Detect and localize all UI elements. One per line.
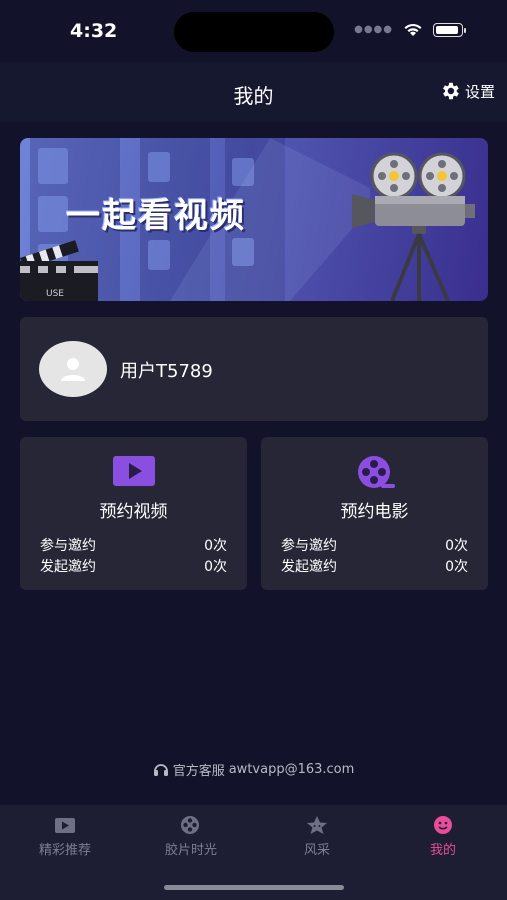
home-indicator [164, 885, 344, 890]
banner[interactable]: USE 一起看视频 [20, 138, 488, 301]
username: 用户T5789 [120, 361, 213, 382]
tab-style[interactable]: 风采 [254, 815, 380, 858]
stat-label: 发起邀约 [40, 559, 96, 575]
status-bar: 4:32 ●●●● [0, 0, 507, 62]
clapper-text: USE [46, 289, 64, 299]
feature-title: 预约视频 [99, 502, 168, 522]
service-email: awtvapp@163.com [228, 762, 355, 777]
star-icon [307, 816, 327, 834]
stat-row: 参与邀约 0次 [40, 535, 227, 555]
nav-bar: 我的 设置 [0, 62, 507, 122]
feature-card-movie[interactable]: 预约电影 参与邀约 0次 发起邀约 0次 [261, 437, 488, 590]
gear-icon [443, 82, 459, 100]
play-icon [112, 456, 155, 486]
customer-service[interactable]: 官方客服 awtvapp@163.com [0, 760, 507, 779]
stat-value: 0次 [204, 559, 227, 575]
banner-title: 一起看视频 [66, 196, 246, 236]
stat-row: 参与邀约 0次 [281, 535, 468, 555]
settings-button[interactable]: 设置 [439, 80, 495, 102]
service-label: 官方客服 [172, 764, 225, 779]
tab-label: 胶片时光 [164, 843, 217, 858]
stat-value: 0次 [204, 538, 227, 554]
stat-value: 0次 [445, 538, 468, 554]
user-icon [61, 358, 85, 381]
tab-film[interactable]: 胶片时光 [128, 815, 254, 858]
stat-row: 发起邀约 0次 [281, 556, 468, 576]
battery-icon [433, 22, 466, 37]
wifi-icon [404, 23, 422, 36]
projector-icon [352, 152, 475, 301]
feature-card-video[interactable]: 预约视频 参与邀约 0次 发起邀约 0次 [20, 437, 247, 590]
signal-icon: ●●●● [354, 24, 393, 35]
tab-label: 我的 [429, 843, 456, 858]
headset-icon [153, 764, 168, 776]
feature-title: 预约电影 [340, 502, 409, 522]
film-reel-icon [181, 816, 199, 834]
settings-label: 设置 [464, 82, 495, 101]
page-title: 我的 [233, 84, 274, 108]
status-icons: ●●●● [354, 22, 466, 37]
status-time: 4:32 [70, 20, 118, 42]
stat-label: 发起邀约 [281, 559, 337, 575]
tab-label: 精彩推荐 [38, 843, 91, 858]
stat-value: 0次 [445, 559, 468, 575]
tab-mine[interactable]: 我的 [380, 815, 506, 858]
film-reel-icon [357, 456, 395, 488]
play-icon [55, 817, 75, 833]
tab-label: 风采 [303, 843, 330, 858]
smile-icon [434, 816, 452, 834]
tab-recommend[interactable]: 精彩推荐 [2, 815, 128, 858]
user-card[interactable]: 用户T5789 [20, 317, 488, 421]
stat-label: 参与邀约 [281, 538, 337, 554]
dynamic-island [174, 12, 334, 52]
stat-row: 发起邀约 0次 [40, 556, 227, 576]
stat-label: 参与邀约 [40, 538, 96, 554]
avatar[interactable] [39, 341, 107, 397]
